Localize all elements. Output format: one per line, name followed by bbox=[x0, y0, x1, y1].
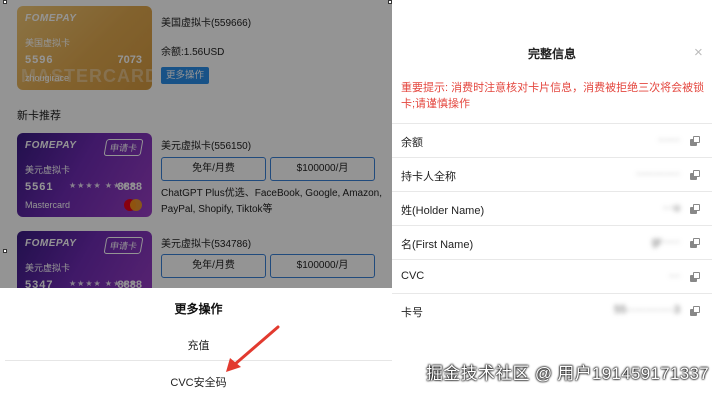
copy-icon[interactable] bbox=[690, 170, 700, 180]
selection-handle bbox=[3, 249, 7, 253]
red-arrow-annotation bbox=[226, 325, 280, 372]
copy-icon[interactable] bbox=[690, 238, 700, 248]
info-row-card-number: 卡号 55·············3 bbox=[392, 293, 712, 327]
copy-icon[interactable] bbox=[690, 272, 700, 282]
info-row-balance: 余额 ······ bbox=[392, 123, 712, 157]
card-detail-panel: 完整信息 × 重要提示: 消费时注意核对卡片信息，消费被拒绝三次将会被锁卡;请谨… bbox=[392, 4, 720, 393]
close-icon[interactable]: × bbox=[694, 44, 703, 61]
row-label: 姓(Holder Name) bbox=[401, 205, 485, 217]
modal-backdrop[interactable] bbox=[0, 0, 392, 288]
cvc-code-option[interactable]: CVC安全码 bbox=[5, 374, 392, 390]
sheet-title: 更多操作 bbox=[174, 302, 223, 316]
row-value: ······ bbox=[658, 134, 680, 146]
row-label: 持卡人全称 bbox=[401, 171, 456, 183]
selection-handle bbox=[388, 0, 392, 4]
row-label: 卡号 bbox=[401, 307, 423, 319]
selection-handle bbox=[3, 0, 7, 4]
info-row-last-name: 姓(Holder Name) ···u bbox=[392, 191, 712, 225]
row-label: 余额 bbox=[401, 137, 423, 149]
row-label: 名(First Name) bbox=[401, 239, 474, 251]
divider bbox=[5, 360, 392, 361]
row-value: gr····· bbox=[651, 236, 680, 248]
more-actions-sheet: 更多操作 充值 CVC安全码 bbox=[5, 288, 392, 393]
copy-icon[interactable] bbox=[690, 136, 700, 146]
row-label: CVC bbox=[401, 270, 425, 282]
copy-icon[interactable] bbox=[690, 204, 700, 214]
site-watermark: 掘金技术社区 @ 用户191459171337 bbox=[426, 364, 710, 383]
row-value: ···u bbox=[662, 202, 680, 214]
screen: FOMEPAY 美国虚拟卡 5596 7073 MASTERCARD zhoug… bbox=[0, 0, 720, 393]
info-row-holder-full-name: 持卡人全称 ············ bbox=[392, 157, 712, 191]
copy-icon[interactable] bbox=[690, 306, 700, 316]
recharge-option[interactable]: 充值 bbox=[5, 337, 392, 353]
row-value: ··· bbox=[669, 270, 680, 282]
info-row-cvc: CVC ··· bbox=[392, 259, 712, 293]
row-value: 55·············3 bbox=[614, 304, 680, 316]
warning-notice: 重要提示: 消费时注意核对卡片信息，消费被拒绝三次将会被锁卡;请谨慎操作 bbox=[401, 82, 705, 110]
info-row-first-name: 名(First Name) gr····· bbox=[392, 225, 712, 259]
panel-title: 完整信息 bbox=[527, 47, 576, 61]
row-value: ············ bbox=[636, 168, 680, 180]
